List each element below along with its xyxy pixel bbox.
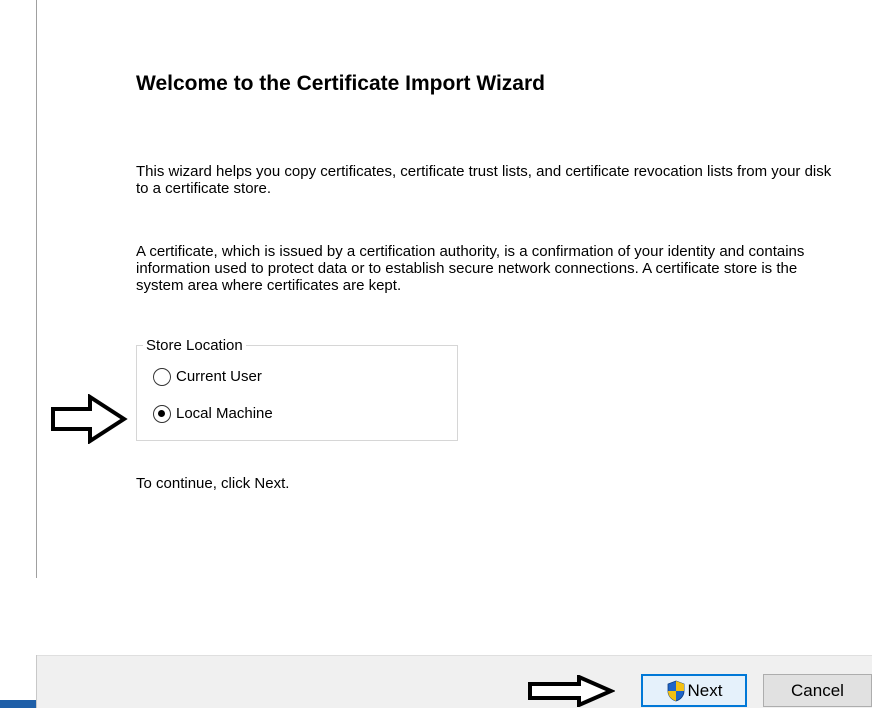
radio-current-user-circle[interactable] [153,368,171,386]
arrow-right-icon [528,675,615,707]
wizard-footer: Next Cancel [37,655,872,708]
uac-shield-icon [667,680,684,701]
store-location-legend: Store Location [143,337,246,354]
radio-current-user[interactable]: Current User [153,368,262,386]
taskbar-fragment [0,700,36,708]
radio-local-machine[interactable]: Local Machine [153,405,273,423]
next-button-label[interactable]: Next [688,681,723,701]
store-location-groupbox: Store Location Current User Local Machin… [136,337,458,441]
wizard-title: Welcome to the Certificate Import Wizard [136,72,545,95]
radio-local-machine-circle[interactable] [153,405,171,423]
continue-instruction: To continue, click Next. [136,475,290,492]
window-left-border [36,0,37,578]
wizard-intro-text: This wizard helps you copy certificates,… [136,163,832,197]
next-button[interactable]: Next [641,674,747,707]
cancel-button-label[interactable]: Cancel [791,681,844,701]
radio-current-user-label[interactable]: Current User [176,368,262,386]
certificate-import-wizard-window: Welcome to the Certificate Import Wizard… [0,0,872,708]
arrow-right-icon [51,394,128,444]
wizard-description-text: A certificate, which is issued by a cert… [136,243,805,294]
radio-local-machine-label[interactable]: Local Machine [176,405,273,423]
cancel-button[interactable]: Cancel [763,674,872,707]
